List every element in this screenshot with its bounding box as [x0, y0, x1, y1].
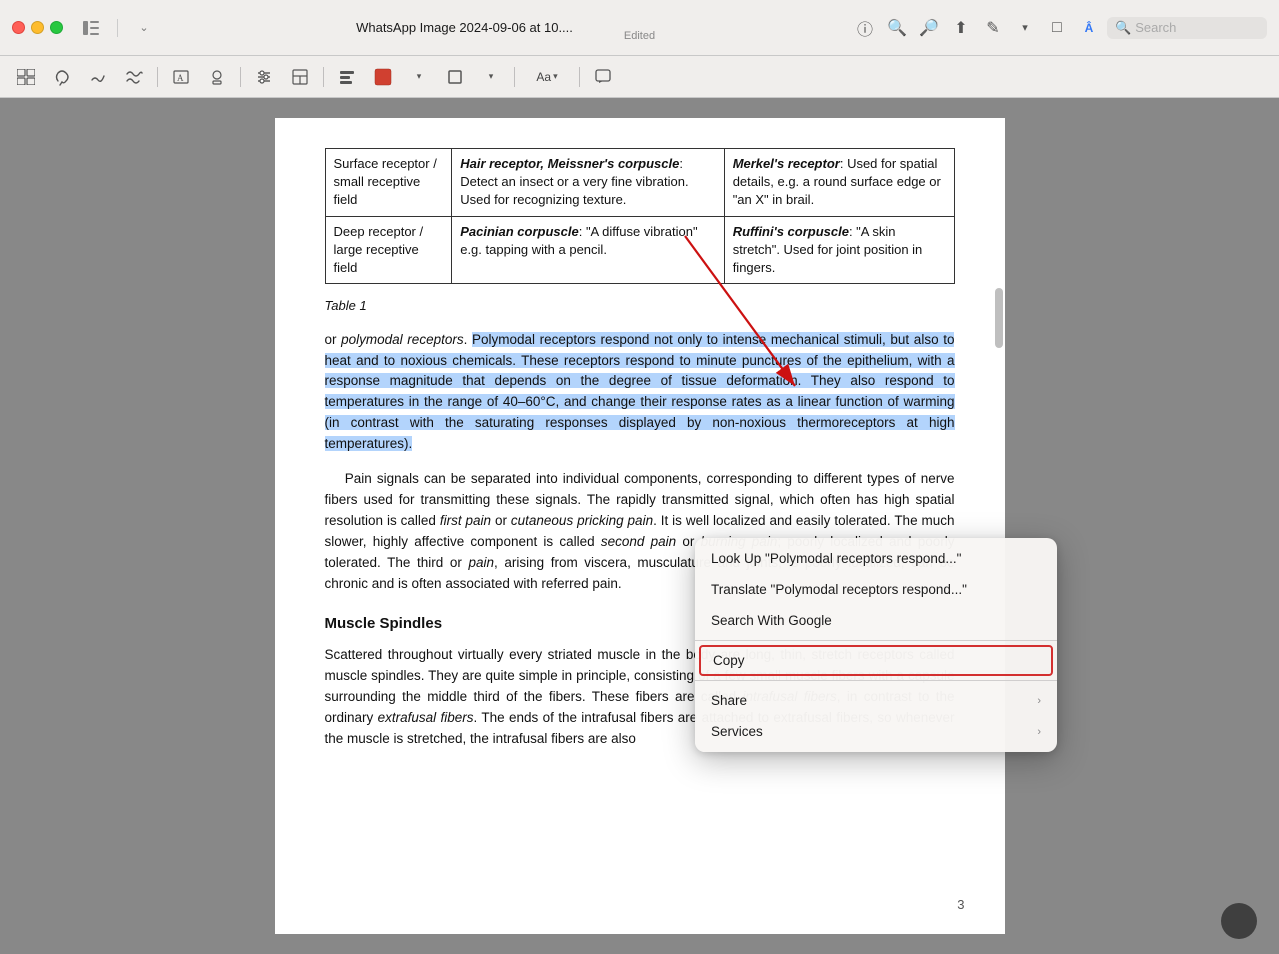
adjust-icon[interactable] — [248, 63, 280, 91]
pen-icon[interactable]: ✎ — [979, 14, 1007, 42]
traffic-lights — [12, 21, 63, 34]
translate-label: Translate "Polymodal receptors respond..… — [711, 582, 967, 597]
view-toggle-btn[interactable] — [10, 63, 42, 91]
table-cell: Surface receptor / small receptive field — [325, 149, 452, 217]
main-area: Surface receptor / small receptive field… — [0, 98, 1279, 954]
stamp-icon[interactable] — [201, 63, 233, 91]
chevron-right-icon-2: › — [1037, 726, 1041, 738]
font-size-btn[interactable]: Aa ▾ — [522, 63, 572, 91]
context-menu-translate[interactable]: Translate "Polymodal receptors respond..… — [695, 574, 1057, 605]
scroll-indicator[interactable] — [995, 288, 1003, 348]
border-icon[interactable] — [439, 63, 471, 91]
menu-separator-2 — [695, 680, 1057, 681]
zoom-in-icon[interactable]: 🔎 — [915, 14, 943, 42]
table-cell: Merkel's receptor: Used for spatial deta… — [724, 149, 954, 217]
close-button[interactable] — [12, 21, 25, 34]
document-subtitle: Edited — [624, 30, 655, 42]
table-cell: Deep receptor / large receptive field — [325, 216, 452, 284]
context-menu-share[interactable]: Share › — [695, 685, 1057, 716]
svg-text:A: A — [177, 73, 184, 83]
table-cell: Hair receptor, Meissner's corpuscle: Det… — [452, 149, 724, 217]
minimize-button[interactable] — [31, 21, 44, 34]
fill-expand-icon[interactable]: ▾ — [403, 63, 435, 91]
search-box[interactable]: 🔍 Search — [1107, 17, 1267, 39]
menu-separator — [695, 640, 1057, 641]
table-row: Surface receptor / small receptive field… — [325, 149, 954, 217]
table-label: Table 1 — [325, 296, 955, 316]
context-menu-copy[interactable]: Copy — [699, 645, 1053, 676]
toolbar: A — [0, 56, 1279, 98]
search-placeholder: Search — [1135, 20, 1176, 35]
titlebar-actions: ⓘ 🔍 🔎 ⬆ ✎ ▾ □ Â 🔍 Search — [851, 14, 1267, 42]
lookup-label: Look Up "Polymodal receptors respond..." — [711, 551, 961, 566]
services-label: Services — [711, 724, 763, 739]
signature-icon[interactable] — [82, 63, 114, 91]
border-expand-icon[interactable]: ▾ — [475, 63, 507, 91]
markup-icon[interactable]: Â — [1075, 14, 1103, 42]
crop-icon[interactable]: □ — [1043, 14, 1071, 42]
document-title: WhatsApp Image 2024-09-06 at 10.... — [356, 20, 573, 35]
page-number: 3 — [957, 895, 964, 915]
multiline-icon[interactable] — [118, 63, 150, 91]
scroll-to-bottom-btn[interactable] — [1221, 903, 1257, 939]
chevron-right-icon: › — [1037, 695, 1041, 707]
context-menu-lookup[interactable]: Look Up "Polymodal receptors respond..." — [695, 543, 1057, 574]
table-row: Deep receptor / large receptive field Pa… — [325, 216, 954, 284]
copy-label: Copy — [713, 653, 745, 668]
search-icon: 🔍 — [1115, 20, 1131, 36]
search-google-label: Search With Google — [711, 613, 832, 628]
fill-color-btn[interactable] — [367, 63, 399, 91]
lasso-icon[interactable] — [46, 63, 78, 91]
pen-expand-icon[interactable]: ▾ — [1011, 14, 1039, 42]
layout-icon[interactable] — [284, 63, 316, 91]
table-cell: Ruffini's corpuscle: "A skin stretch". U… — [724, 216, 954, 284]
document-page: Surface receptor / small receptive field… — [275, 118, 1005, 934]
sidebar-toggle-button[interactable] — [77, 17, 105, 39]
zoom-out-icon[interactable]: 🔍 — [883, 14, 911, 42]
share-label: Share — [711, 693, 747, 708]
content-table: Surface receptor / small receptive field… — [325, 148, 955, 284]
titlebar: ⌄ WhatsApp Image 2024-09-06 at 10.... Ed… — [0, 0, 1279, 56]
text-box-icon[interactable]: A — [165, 63, 197, 91]
table-cell: Pacinian corpuscle: "A diffuse vibration… — [452, 216, 724, 284]
context-menu: Look Up "Polymodal receptors respond..."… — [695, 538, 1057, 752]
paragraph-1: or polymodal receptors. Polymodal recept… — [325, 330, 955, 456]
selected-text: Polymodal receptors respond not only to … — [325, 332, 955, 452]
context-menu-services[interactable]: Services › — [695, 716, 1057, 747]
info-icon[interactable]: ⓘ — [851, 14, 879, 42]
align-icon[interactable] — [331, 63, 363, 91]
share-icon[interactable]: ⬆ — [947, 14, 975, 42]
context-menu-search-google[interactable]: Search With Google — [695, 605, 1057, 636]
chevron-down-icon[interactable]: ⌄ — [130, 14, 158, 42]
fullscreen-button[interactable] — [50, 21, 63, 34]
comment-icon[interactable] — [587, 63, 619, 91]
